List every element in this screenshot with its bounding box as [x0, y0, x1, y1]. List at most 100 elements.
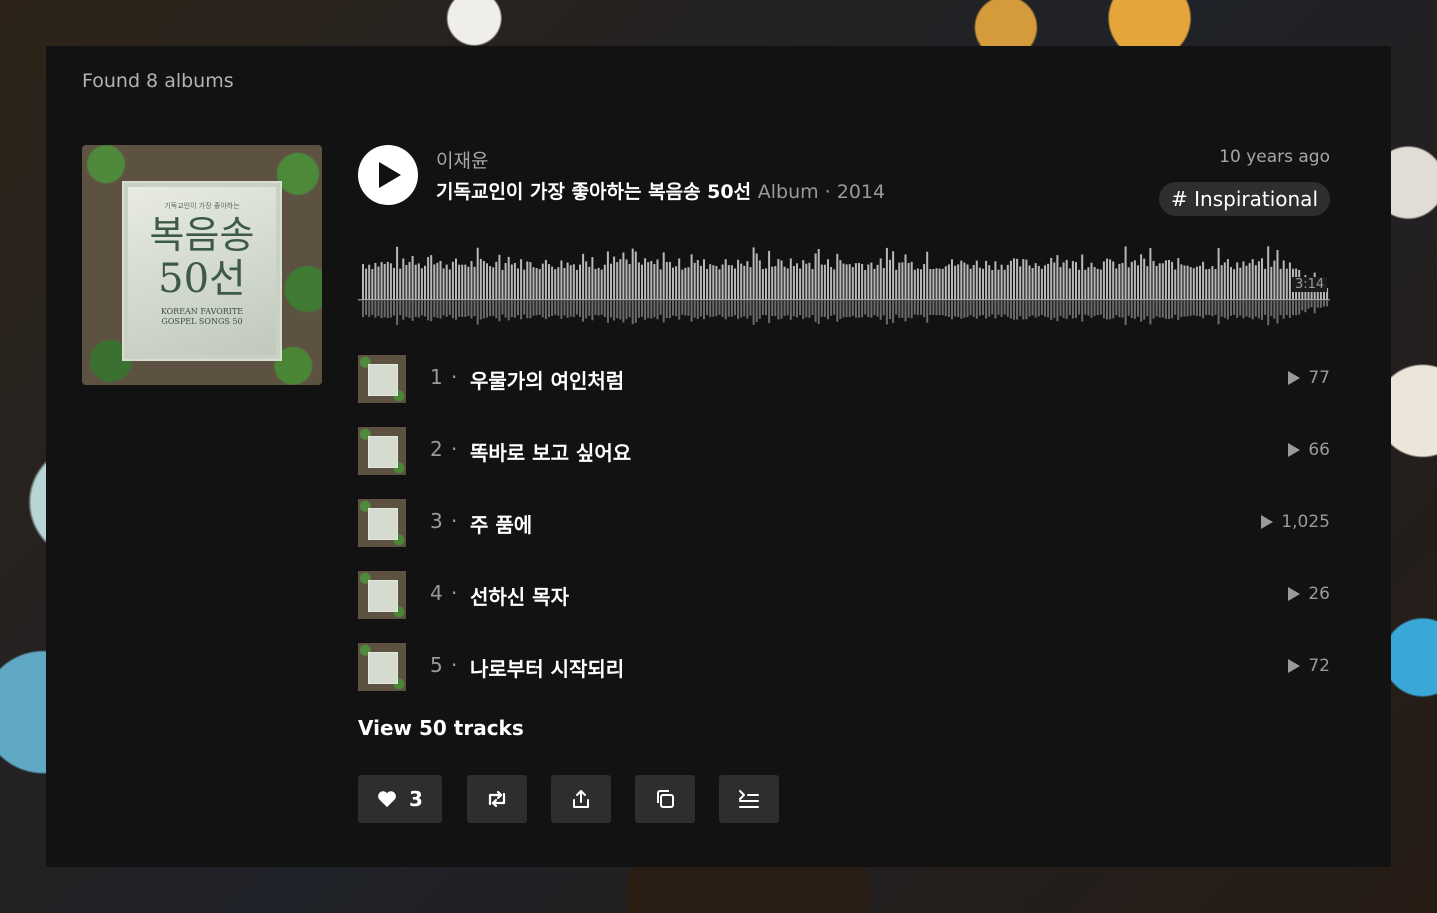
waveform-bar — [594, 269, 597, 300]
like-button[interactable]: 3 — [358, 775, 442, 823]
waveform-bar — [1028, 265, 1031, 300]
track-title[interactable]: 우물가의 여인처럼 — [470, 365, 624, 394]
waveform-bar — [405, 265, 408, 300]
add-to-queue-button[interactable] — [719, 775, 779, 823]
track-row[interactable]: 5 · 나로부터 시작되리 72 — [358, 643, 1330, 691]
waveform-bar — [842, 263, 845, 300]
waveform-bar-reflection — [1090, 301, 1093, 318]
track-title[interactable]: 똑바로 보고 싶어요 — [470, 437, 631, 466]
repost-button[interactable] — [467, 775, 527, 823]
track-play-count: 26 — [1288, 584, 1330, 604]
waveform-bar-reflection — [830, 301, 833, 316]
share-button[interactable] — [551, 775, 611, 823]
waveform-bar — [771, 266, 774, 300]
waveform-bar — [479, 258, 482, 300]
waveform-bar-reflection — [1099, 301, 1102, 315]
waveform-bar-reflection — [935, 301, 938, 316]
waveform-bar — [374, 262, 377, 300]
waveform-bar — [424, 265, 426, 300]
waveform-bar — [1025, 259, 1028, 300]
waveform-bar — [551, 266, 554, 300]
album-title[interactable]: 기독교인이 가장 좋아하는 복음송 50선 — [436, 181, 751, 203]
waveform-bar — [1078, 269, 1081, 300]
waveform-bar-reflection — [594, 301, 597, 315]
track-title[interactable]: 주 품에 — [470, 509, 532, 538]
waveform-bar — [653, 264, 656, 300]
play-count-icon — [1288, 371, 1301, 385]
waveform-bar-reflection — [1102, 301, 1105, 319]
genre-tag[interactable]: # Inspirational — [1159, 182, 1330, 216]
waveform-bar-reflection — [532, 301, 535, 316]
waveform-bar — [985, 260, 988, 300]
view-all-tracks-link[interactable]: View 50 tracks — [358, 716, 524, 740]
waveform-bar — [1186, 265, 1189, 300]
waveform-bar — [1140, 254, 1143, 300]
waveform-bar — [889, 259, 891, 300]
track-separator: · — [451, 653, 458, 677]
waveform-bar-reflection — [1127, 301, 1130, 316]
waveform-bar-reflection — [761, 301, 764, 315]
waveform-bar-reflection — [920, 301, 922, 315]
waveform-bar — [1121, 263, 1124, 300]
track-number: 1 — [430, 365, 443, 389]
waveform-bar-reflection — [1028, 301, 1031, 317]
track-row[interactable]: 1 · 우물가의 여인처럼 77 — [358, 355, 1330, 403]
copy-link-button[interactable] — [635, 775, 695, 823]
waveform-bar — [634, 251, 637, 300]
waveform-bar — [746, 261, 749, 300]
play-button[interactable] — [358, 145, 418, 205]
waveform-bar-reflection — [1186, 301, 1189, 317]
waveform-bar — [966, 264, 969, 300]
waveform-bar — [1239, 267, 1242, 300]
waveform-bar-reflection — [988, 301, 991, 317]
track-row[interactable]: 2 · 똑바로 보고 싶어요 66 — [358, 427, 1330, 475]
track-number: 3 — [430, 509, 443, 533]
album-cover[interactable]: 기독교인이 가장 좋아하는 복음송 50선 KOREAN FAVORITE GO… — [82, 145, 322, 385]
waveform-bar-reflection — [1270, 301, 1273, 316]
waveform-bar — [560, 260, 563, 300]
waveform-bar — [569, 265, 572, 300]
waveform-bar-reflection — [1130, 301, 1133, 319]
waveform-bar-reflection — [1059, 301, 1062, 316]
waveform-bar-reflection — [616, 301, 619, 319]
waveform-bar — [991, 270, 994, 300]
waveform-bar-reflection — [969, 301, 972, 316]
waveform-bar-reflection — [436, 301, 439, 318]
waveform-bar — [892, 251, 895, 300]
waveform-bar — [1087, 267, 1090, 300]
play-count-value: 72 — [1308, 656, 1330, 676]
track-row[interactable]: 4 · 선하신 목자 26 — [358, 571, 1330, 619]
track-title[interactable]: 나로부터 시작되리 — [470, 653, 624, 682]
waveform-bar — [402, 258, 405, 300]
waveform-bar-reflection — [520, 301, 523, 320]
waveform-bar — [1003, 269, 1006, 300]
waveform-bar — [920, 269, 922, 300]
waveform-bar-reflection — [765, 301, 767, 316]
waveform-bar-reflection — [799, 301, 802, 316]
waveform-bar-reflection — [526, 301, 529, 319]
waveform-bar — [1174, 269, 1177, 300]
waveform-bar-reflection — [774, 301, 777, 317]
waveform-bar — [696, 260, 699, 300]
waveform-bar-reflection — [923, 301, 926, 318]
waveform-bar-reflection — [417, 301, 420, 318]
waveform-bar-reflection — [839, 301, 842, 319]
track-row[interactable]: 3 · 주 품에 1,025 — [358, 499, 1330, 547]
waveform-bar — [442, 268, 445, 300]
artist-name[interactable]: 이재윤 — [436, 146, 488, 173]
waveform[interactable] — [358, 236, 1330, 326]
waveform-bar-reflection — [650, 301, 653, 319]
track-thumbnail — [358, 355, 406, 403]
waveform-bar-reflection — [659, 301, 662, 315]
waveform-bar — [368, 264, 371, 300]
waveform-bar — [808, 262, 811, 300]
waveform-bar-reflection — [904, 301, 907, 322]
waveform-bar-reflection — [1319, 301, 1322, 308]
track-separator: · — [451, 365, 458, 389]
waveform-bar-reflection — [625, 301, 628, 320]
waveform-bar-reflection — [1044, 301, 1046, 317]
track-title[interactable]: 선하신 목자 — [470, 581, 569, 610]
waveform-bar — [1149, 248, 1152, 300]
waveform-bar — [597, 267, 600, 300]
waveform-bar — [1102, 261, 1105, 300]
